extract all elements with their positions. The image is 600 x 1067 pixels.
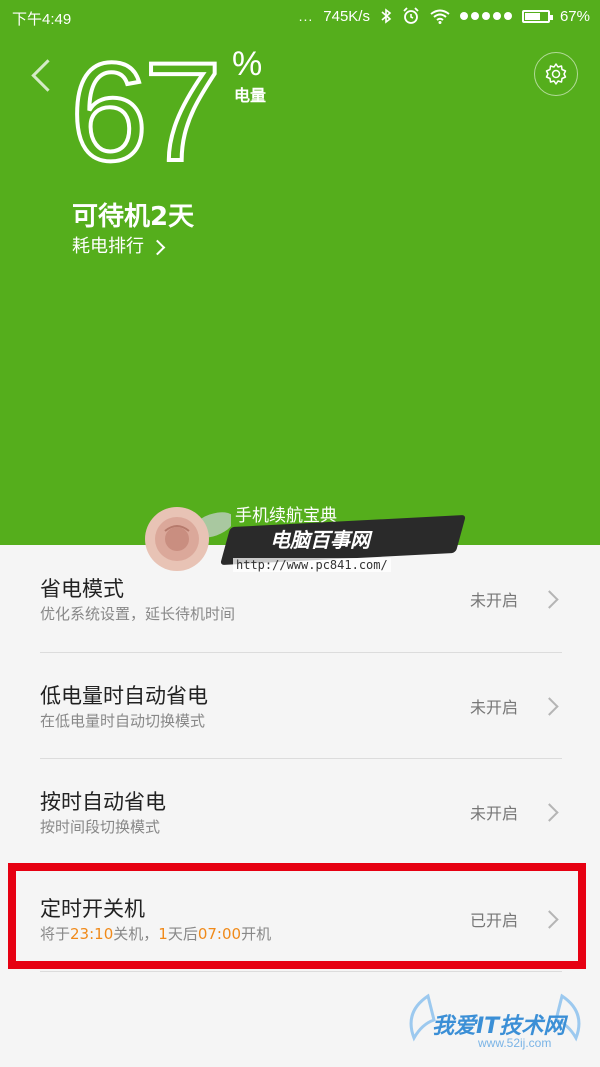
setting-scheduled-power-saving[interactable]: 按时自动省电 按时间段切换模式 未开启: [0, 758, 600, 864]
power-ranking-label: 耗电排行: [72, 236, 144, 257]
wifi-icon: [430, 9, 450, 24]
setting-title: 省电模式: [40, 577, 124, 601]
alarm-icon: [403, 7, 419, 24]
network-speed: 745K/s: [323, 7, 370, 25]
settings-button[interactable]: [534, 52, 578, 96]
status-bar: 下午4:49 ... 745K/s 67%: [0, 0, 600, 34]
rose-icon: [145, 507, 231, 571]
site-watermark: 手机续航宝典 电脑百事网 http://www.pc841.com/: [135, 485, 466, 590]
status-time: 下午4:49: [12, 11, 72, 28]
site-logo: 我爱IT技术网 www.52ij.com: [400, 990, 590, 1060]
standby-time: 可待机2天: [72, 202, 195, 232]
setting-status: 未开启: [470, 698, 519, 717]
setting-subtitle: 按时间段切换模式: [40, 818, 161, 836]
back-button[interactable]: [24, 56, 64, 100]
logo-url: www.52ij.com: [478, 1036, 552, 1050]
chevron-right-icon: [540, 590, 559, 609]
battery-unit-label: 电量: [234, 86, 267, 105]
battery-icon: [521, 9, 553, 23]
gear-icon: [545, 63, 567, 85]
setting-status: 未开启: [470, 804, 519, 823]
setting-subtitle: 优化系统设置，延长待机时间: [40, 605, 236, 623]
power-ranking-link[interactable]: 耗电排行: [72, 232, 166, 258]
chevron-right-icon: [540, 697, 559, 716]
setting-status: 未开启: [470, 591, 519, 610]
status-icons: ... 745K/s 67%: [299, 7, 590, 25]
divider: [40, 971, 562, 972]
battery-header: 下午4:49 ... 745K/s 67% 67 % 电量 可待机2天 耗电排行: [0, 0, 600, 545]
setting-title: 按时自动省电: [40, 790, 166, 814]
bluetooth-icon: [381, 8, 392, 24]
setting-low-battery-auto-save[interactable]: 低电量时自动省电 在低电量时自动切换模式 未开启: [0, 652, 600, 758]
more-dots-icon: ...: [298, 8, 314, 24]
setting-subtitle: 在低电量时自动切换模式: [40, 712, 206, 730]
battery-percent-status: 67%: [559, 7, 590, 25]
highlight-annotation: [8, 863, 586, 969]
signal-strength-icon: [459, 12, 512, 20]
setting-title: 低电量时自动省电: [40, 684, 208, 708]
battery-level-value: 67: [68, 33, 224, 190]
chevron-right-icon: [149, 239, 166, 255]
watermark-url: http://www.pc841.com/: [233, 558, 391, 572]
chevron-right-icon: [540, 803, 559, 822]
watermark-brand: 电脑百事网: [270, 528, 370, 552]
percent-sign: %: [232, 45, 263, 83]
